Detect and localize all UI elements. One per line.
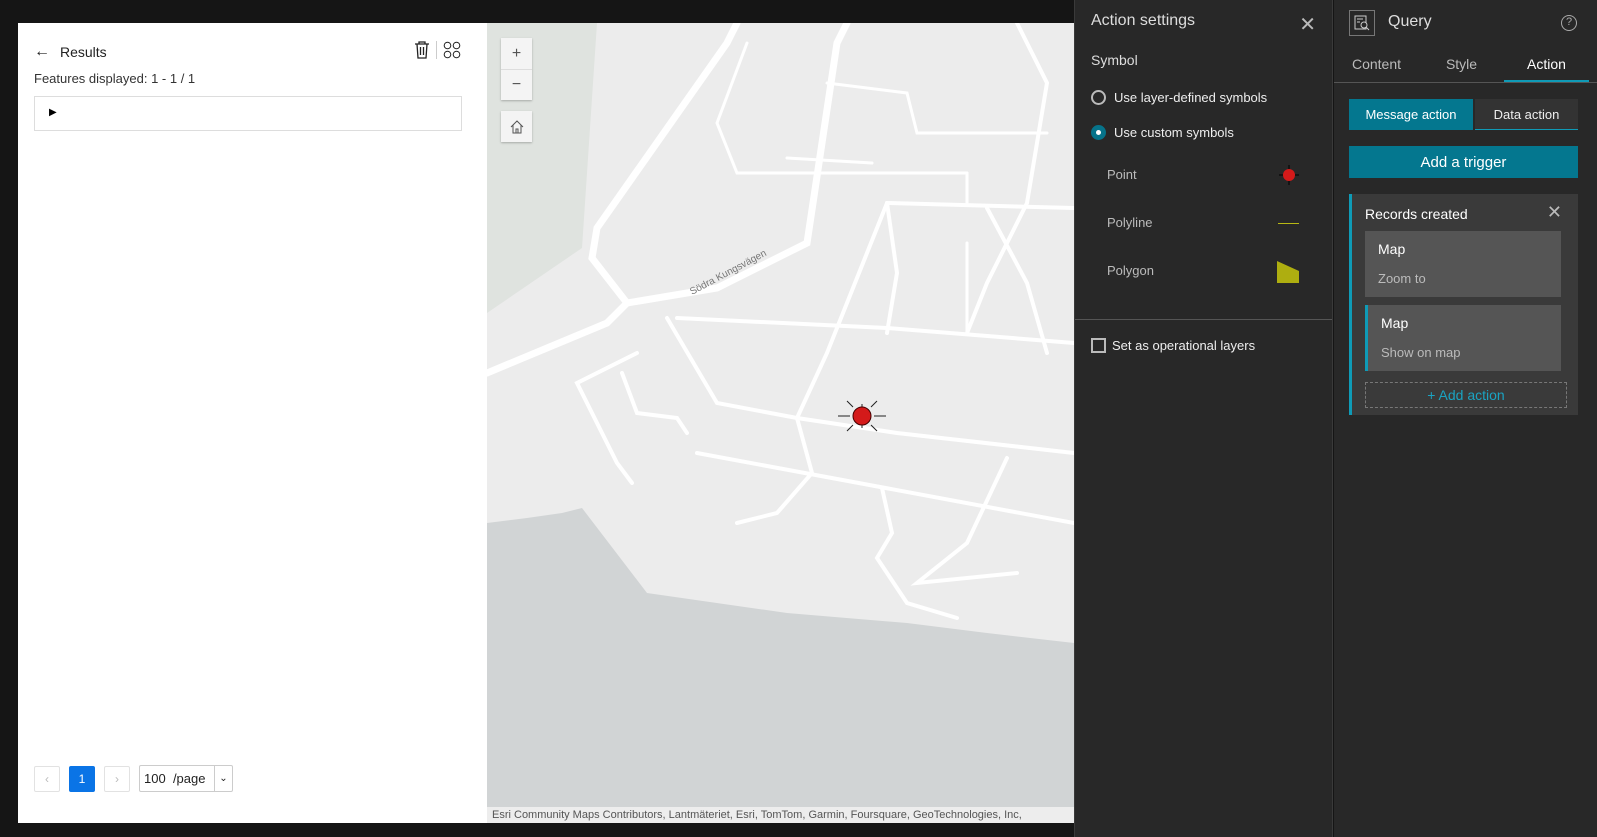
next-page-button[interactable]: › [104, 765, 130, 792]
point-symbol-row[interactable]: Point [1107, 165, 1307, 185]
query-settings-panel: Query ? Content Style Action Message act… [1334, 0, 1597, 837]
radio-icon[interactable] [1091, 90, 1106, 105]
action-name: Show on map [1381, 345, 1461, 360]
results-panel: ← Results Features displayed: 1 - 1 / 1 … [18, 23, 487, 823]
action-settings-panel: Action settings ✕ Symbol Use layer-defin… [1074, 0, 1333, 837]
polygon-symbol-icon[interactable] [1277, 261, 1299, 283]
zoom-in-button[interactable]: + [501, 38, 532, 69]
polygon-label: Polygon [1107, 263, 1154, 278]
help-icon[interactable]: ? [1561, 15, 1577, 31]
results-title: Results [60, 44, 107, 60]
polyline-symbol-icon[interactable] [1278, 223, 1299, 224]
symbol-label: Symbol [1091, 52, 1138, 68]
data-action-tab[interactable]: Data action [1475, 99, 1578, 130]
checkbox-label: Set as operational layers [1112, 338, 1256, 353]
page-size-value: 100 [144, 771, 166, 786]
divider [1075, 319, 1332, 320]
polygon-symbol-row[interactable]: Polygon [1107, 261, 1307, 283]
action-name: Zoom to [1378, 271, 1426, 286]
features-count: Features displayed: 1 - 1 / 1 [34, 71, 196, 86]
page-size-select[interactable]: 100 /page ⌄ [139, 765, 233, 792]
radio-selected-icon[interactable] [1091, 125, 1106, 140]
page-size-unit: /page [172, 771, 206, 786]
action-item[interactable]: Map Zoom to [1365, 231, 1561, 297]
zoom-out-button[interactable]: − [501, 69, 532, 100]
widget-title: Query [1388, 13, 1432, 30]
add-trigger-button[interactable]: Add a trigger [1349, 146, 1578, 178]
radio-label: Use custom symbols [1114, 125, 1234, 140]
close-icon[interactable]: ✕ [1547, 202, 1562, 223]
prev-page-button[interactable]: ‹ [34, 765, 60, 792]
results-header: ← Results [34, 43, 107, 61]
divider [436, 41, 437, 59]
polyline-symbol-row[interactable]: Polyline [1107, 215, 1307, 230]
result-item[interactable]: ▶ [34, 96, 462, 131]
close-icon[interactable]: ✕ [1299, 12, 1316, 37]
map-view[interactable]: Södra Kungsvägen + − Esri Community Maps… [487, 23, 1074, 823]
operational-layers-checkbox[interactable]: Set as operational layers [1091, 338, 1255, 353]
action-type-toggle: Message action Data action [1349, 99, 1578, 130]
panel-title: Action settings [1091, 12, 1196, 29]
settings-tabs: Content Style Action [1334, 52, 1597, 83]
trigger-card: Records created ✕ Map Zoom to Map Show on … [1349, 194, 1578, 415]
query-widget-icon [1349, 10, 1375, 36]
grid-view-icon[interactable] [443, 41, 461, 59]
pagination: ‹ 1 › 100 /page ⌄ [34, 765, 233, 792]
point-symbol-icon[interactable] [1279, 165, 1299, 185]
radio-layer-symbols[interactable]: Use layer-defined symbols [1091, 90, 1267, 105]
home-button[interactable] [501, 111, 532, 142]
radio-label: Use layer-defined symbols [1114, 90, 1268, 105]
action-target: Map [1381, 315, 1409, 331]
checkbox-icon[interactable] [1091, 338, 1106, 353]
chevron-down-icon[interactable]: ⌄ [214, 766, 232, 791]
back-arrow-icon[interactable]: ← [34, 43, 50, 61]
trigger-title: Records created [1365, 206, 1468, 222]
point-label: Point [1107, 167, 1137, 182]
page-button[interactable]: 1 [69, 765, 95, 792]
action-item[interactable]: Map Show on map [1365, 305, 1561, 371]
map-basemap: Södra Kungsvägen [487, 23, 1074, 823]
zoom-controls: + − [501, 38, 532, 100]
tab-action[interactable]: Action [1504, 52, 1589, 82]
radio-custom-symbols[interactable]: Use custom symbols [1091, 125, 1234, 140]
action-target: Map [1378, 241, 1406, 257]
trash-icon[interactable] [414, 41, 430, 59]
polyline-label: Polyline [1107, 215, 1153, 230]
expand-caret-icon[interactable]: ▶ [49, 107, 57, 118]
add-action-button[interactable]: + Add action [1365, 382, 1567, 408]
road-label: Södra Kungsvägen [688, 248, 768, 298]
map-attribution: Esri Community Maps Contributors, Lantmä… [487, 807, 1074, 823]
message-action-tab[interactable]: Message action [1349, 99, 1473, 130]
tab-content[interactable]: Content [1334, 52, 1419, 82]
tab-style[interactable]: Style [1419, 52, 1504, 82]
home-icon [501, 111, 532, 142]
